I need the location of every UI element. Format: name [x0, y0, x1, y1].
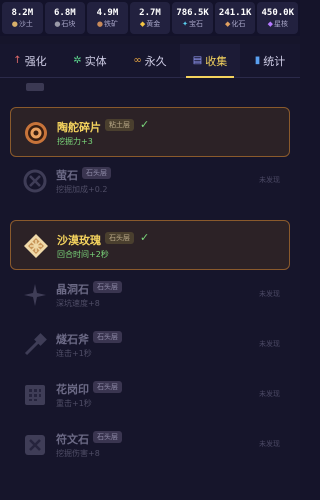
- item-name: 燧石斧: [56, 333, 89, 346]
- check-icon: ✓: [140, 118, 150, 131]
- resource-cell: 2.7M ◆ 黄金: [129, 2, 171, 34]
- resource-bar: 8.2M ● 沙土 6.8M ● 石块 4.9M ● 铁矿 2.7M ◆ 黄金 786.5K ✦ 宝石 241…: [0, 0, 300, 36]
- collection-book-icon: ▤: [192, 55, 203, 66]
- resource-cell: 8.2M ● 沙土: [2, 2, 43, 34]
- item-name: 陶舵碎片: [57, 121, 101, 134]
- collection-item[interactable]: 燧石斧 石头层 连击+1秒 未发现: [10, 320, 290, 370]
- resource-label-row: ◆ 星核: [268, 19, 288, 29]
- tab-infinity[interactable]: ∞ 永久: [120, 44, 180, 77]
- upgrade-arrow-icon: ↑: [13, 55, 22, 66]
- item-status: 未发现: [259, 290, 280, 298]
- tab-collection-book[interactable]: ▤ 收集: [180, 44, 240, 78]
- flint-axe-icon: [20, 330, 50, 360]
- check-icon: ✓: [140, 231, 150, 244]
- item-effect: 回合时间+2秒: [57, 250, 109, 259]
- item-name: 沙漠玫瑰: [57, 234, 101, 247]
- resource-value: 6.8M: [54, 7, 76, 18]
- resource-value: 786.5K: [176, 7, 209, 18]
- geode-icon: [20, 280, 50, 310]
- item-effect: 深坑速度+8: [56, 299, 100, 308]
- granite-seal-icon: [20, 380, 50, 410]
- item-name: 萤石: [56, 169, 78, 182]
- resource-label: 沙土: [18, 19, 33, 28]
- resource-label-row: ● 石块: [54, 19, 75, 29]
- stone-icon: ●: [54, 19, 61, 28]
- collection-item[interactable]: 萤石 石头层挖掘加成+0.2 未发现: [10, 156, 290, 206]
- item-layer-tag: 石头层: [93, 281, 122, 293]
- tab-label: 强化: [24, 54, 47, 68]
- item-effect: 连击+1秒: [56, 349, 92, 358]
- resource-label: 铁矿: [104, 19, 118, 28]
- desert-rose-icon: [21, 231, 51, 261]
- entity-gear-icon: ✲: [73, 55, 82, 66]
- tab-bar: ↑ 强化 ✲ 实体 ∞ 永久 ▤ 收集 ▮ 统计: [0, 44, 300, 78]
- resource-label: 石块: [61, 19, 76, 28]
- fluorite-icon: [20, 166, 50, 196]
- tab-upgrade-arrow[interactable]: ↑ 强化: [0, 44, 60, 77]
- tab-label: 收集: [205, 54, 228, 68]
- item-name: 晶洞石: [56, 283, 89, 296]
- gold-icon: ◆: [139, 19, 146, 28]
- item-layer-tag: 石头层: [82, 167, 111, 179]
- iron-ore-icon: ●: [96, 19, 103, 28]
- item-layer-tag: 石头层: [105, 232, 134, 244]
- resource-label: 宝石: [189, 19, 204, 28]
- item-layer-tag: 石头层: [93, 381, 122, 393]
- resource-label-row: ● 铁矿: [97, 19, 118, 29]
- tab-label: 永久: [144, 54, 167, 68]
- resource-value: 450.0K: [261, 7, 295, 18]
- fossil-icon: ◆: [224, 19, 231, 28]
- stats-chart-icon: ▮: [254, 55, 261, 66]
- resource-label: 化石: [231, 19, 246, 28]
- collection-item[interactable]: 陶舵碎片 粘土层 ✓ 挖掘力+3: [10, 107, 290, 157]
- item-layer-tag: 石头层: [93, 331, 122, 343]
- resource-label: 黄金: [146, 19, 161, 28]
- item-name: 花岗印: [56, 383, 89, 396]
- resource-cell: 6.8M ● 石块: [44, 2, 86, 34]
- item-effect: 挖掘力+3: [57, 137, 93, 146]
- rune-stone-icon: [20, 430, 50, 460]
- star-core-icon: ◆: [267, 19, 273, 28]
- resource-cell: 786.5K ✦ 宝石: [172, 2, 213, 34]
- resource-cell: 4.9M ● 铁矿: [87, 2, 128, 34]
- infinity-icon: ∞: [133, 55, 142, 66]
- tab-label: 统计: [263, 54, 286, 68]
- item-status: 未发现: [259, 340, 280, 348]
- tab-stats-chart[interactable]: ▮ 统计: [240, 44, 300, 77]
- item-effect: 挖掘伤害+8: [56, 449, 100, 458]
- sand-icon: ●: [11, 19, 18, 28]
- resource-label-row: ◆ 黄金: [140, 19, 160, 29]
- item-name: 符文石: [56, 433, 89, 446]
- collection-item[interactable]: 花岗印 石头层 重击+1秒 未发现: [10, 370, 290, 420]
- collection-item[interactable]: 晶洞石 石头层深坑速度+8 未发现: [10, 270, 290, 320]
- resource-value: 2.7M: [139, 7, 161, 18]
- tab-entity-gear[interactable]: ✲ 实体: [60, 44, 120, 77]
- collection-item[interactable]: 符文石 石头层挖掘伤害+8 未发现: [10, 420, 290, 470]
- resource-cell: 450.0K ◆ 星核: [257, 2, 299, 34]
- item-effect: 重击+1秒: [56, 399, 92, 408]
- resource-label-row: ✦ 宝石: [182, 19, 203, 29]
- collection-list: 陶舵碎片 粘土层 ✓ 挖掘力+3 萤石 石头层 挖掘加成+0.2 未发现 沙漠玫瑰 石头层 ✓ 回合时…: [0, 80, 300, 500]
- pottery-shard-icon: [21, 118, 51, 148]
- app-root: 8.2M ● 沙土 6.8M ● 石块 4.9M ● 铁矿 2.7M ◆ 黄金 786.5K ✦ 宝石 241…: [0, 0, 300, 500]
- resource-cell: 241.1K ◆ 化石: [214, 2, 256, 34]
- item-status: 未发现: [259, 176, 280, 184]
- collection-item[interactable]: 沙漠玫瑰 石头层 ✓ 回合时间+2秒: [10, 220, 290, 270]
- item-layer-tag: 石头层: [93, 431, 122, 443]
- tab-label: 实体: [84, 54, 107, 68]
- item-status: 未发现: [259, 390, 280, 398]
- gem-icon: ✦: [182, 19, 189, 28]
- item-layer-tag: 粘土层: [105, 119, 134, 131]
- resource-label-row: ● 沙土: [12, 19, 33, 29]
- resource-value: 4.9M: [96, 7, 119, 18]
- item-effect: 挖掘加成+0.2: [56, 185, 108, 194]
- resource-value: 8.2M: [11, 7, 34, 18]
- item-status: 未发现: [259, 440, 280, 448]
- resource-value: 241.1K: [218, 7, 252, 18]
- resource-label: 星核: [273, 19, 288, 28]
- resource-label-row: ◆ 化石: [225, 19, 245, 29]
